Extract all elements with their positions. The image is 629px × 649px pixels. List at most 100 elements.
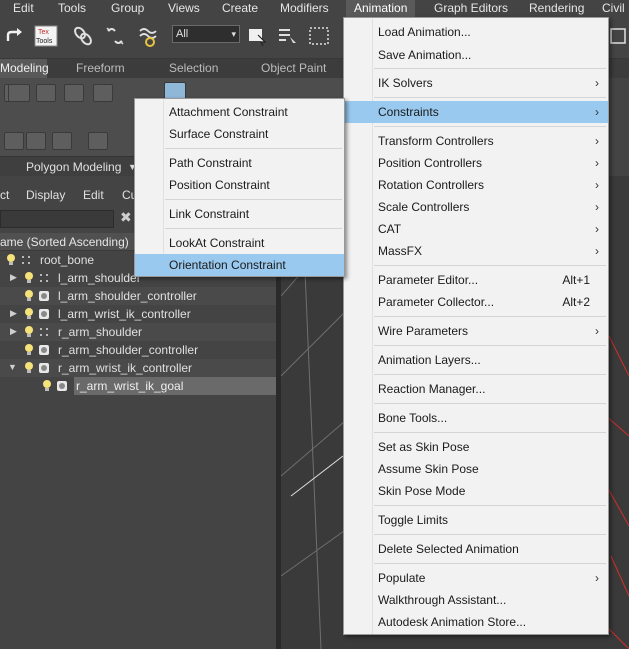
menu-item[interactable]: Toggle Limits [344, 509, 608, 531]
use-stack-button[interactable] [4, 132, 24, 150]
menu-item[interactable]: Constraints › [344, 101, 608, 123]
menu-item[interactable]: Populate › [344, 567, 608, 589]
tree-row[interactable]: r_arm_shoulder_controller [0, 341, 276, 359]
textools-icon[interactable]: Tex Tools [34, 25, 58, 47]
chevron-down-icon[interactable]: ▼ [8, 362, 17, 372]
menu-group[interactable]: Group [111, 0, 144, 17]
menu-tools[interactable]: Tools [58, 0, 86, 17]
menu-item-label: Toggle Limits [378, 513, 449, 527]
menu-civil[interactable]: Civil [602, 0, 625, 17]
menu-item[interactable]: Delete Selected Animation [344, 538, 608, 560]
menu-item[interactable]: Link Constraint [135, 203, 344, 225]
edge-mode-button[interactable] [8, 84, 30, 102]
menu-item[interactable]: Bone Tools... [344, 407, 608, 429]
menu-edit[interactable]: Edit [13, 0, 34, 17]
polygon-modeling-label: Polygon Modeling [26, 160, 122, 174]
lightbulb-icon[interactable] [6, 253, 16, 266]
tab-modeling[interactable]: Modeling [0, 59, 49, 78]
chevron-right-icon: › [595, 178, 599, 192]
constraints-submenu: Attachment Constraint Surface Constraint P… [134, 98, 345, 277]
select-by-name-icon[interactable] [276, 25, 298, 47]
menu-item[interactable]: MassFX › [344, 240, 608, 262]
redo-icon[interactable] [4, 25, 26, 47]
menu-separator [165, 199, 342, 200]
select-object-icon[interactable] [246, 25, 268, 47]
menu-separator [374, 534, 606, 535]
menu-item[interactable]: Skin Pose Mode [344, 480, 608, 502]
bone-icon [40, 328, 48, 336]
chevron-right-icon[interactable]: ▶ [10, 272, 17, 283]
window-crossing-icon[interactable] [608, 25, 629, 47]
tree-row[interactable]: ▼ r_arm_wrist_ik_controller [0, 359, 276, 377]
element-mode-button[interactable] [93, 84, 113, 102]
menu-item[interactable]: Autodesk Animation Store... [344, 611, 608, 633]
tab-selection[interactable]: Selection [163, 59, 224, 78]
menu-item[interactable]: Set as Skin Pose [344, 436, 608, 458]
menu-item[interactable]: IK Solvers › [344, 72, 608, 94]
menu-item[interactable]: Attachment Constraint [135, 101, 344, 123]
menu-item-label: Animation Layers... [378, 353, 481, 367]
menu-item-label: Scale Controllers [378, 200, 470, 214]
lightbulb-icon[interactable] [24, 307, 34, 320]
chevron-right-icon[interactable]: ▶ [10, 326, 17, 337]
menu-animation[interactable]: Animation [346, 0, 416, 17]
menu-item[interactable]: Parameter Collector... Alt+2 [344, 291, 608, 313]
menu-item-label: Load Animation... [378, 25, 471, 39]
lightbulb-icon[interactable] [42, 379, 52, 392]
menu-create[interactable]: Create [222, 0, 258, 17]
menu-item[interactable]: Orientation Constraint [135, 254, 344, 276]
menu-rendering[interactable]: Rendering [529, 0, 584, 17]
search-input[interactable] [0, 210, 114, 228]
menu-item[interactable]: CAT › [344, 218, 608, 240]
border-mode-button[interactable] [36, 84, 56, 102]
menu-item[interactable]: Assume Skin Pose [344, 458, 608, 480]
menu-item[interactable]: Load Animation... [344, 21, 608, 43]
explorer-menu-display[interactable]: Display [26, 188, 65, 202]
menu-item[interactable]: Position Constraint [135, 174, 344, 196]
lightbulb-icon[interactable] [24, 271, 34, 284]
lightbulb-icon[interactable] [24, 325, 34, 338]
menu-item[interactable]: Save Animation... [344, 44, 608, 66]
explorer-menu-edit[interactable]: Edit [83, 188, 104, 202]
close-icon[interactable]: ✖ [120, 209, 132, 226]
selection-filter-dropdown[interactable]: All ▾ [172, 25, 240, 43]
menu-item[interactable]: Reaction Manager... [344, 378, 608, 400]
chevron-down-icon: ▾ [231, 29, 236, 39]
menu-item[interactable]: Walkthrough Assistant... [344, 589, 608, 611]
menu-item[interactable]: Rotation Controllers › [344, 174, 608, 196]
region-select-icon[interactable] [308, 25, 330, 47]
explorer-menu-select[interactable]: ct [0, 188, 9, 202]
unlink-icon[interactable] [104, 25, 126, 47]
menu-item[interactable]: LookAt Constraint [135, 232, 344, 254]
menu-item[interactable]: Parameter Editor... Alt+1 [344, 269, 608, 291]
menu-item[interactable]: Scale Controllers › [344, 196, 608, 218]
repeat-last-button[interactable] [52, 132, 72, 150]
chevron-right-icon: › [595, 200, 599, 214]
tab-object-paint[interactable]: Object Paint [255, 59, 332, 78]
menu-item[interactable]: Transform Controllers › [344, 130, 608, 152]
menu-item[interactable]: Position Controllers › [344, 152, 608, 174]
menu-modifiers[interactable]: Modifiers [280, 0, 329, 17]
menu-item[interactable]: Wire Parameters › [344, 320, 608, 342]
menu-item[interactable]: Surface Constraint [135, 123, 344, 145]
lightbulb-icon[interactable] [24, 343, 34, 356]
menu-graph-editors[interactable]: Graph Editors [434, 0, 508, 17]
menu-item-shortcut: Alt+2 [562, 295, 590, 309]
tree-row[interactable]: ▶ r_arm_shoulder [0, 323, 276, 341]
tree-row[interactable]: r_arm_wrist_ik_goal [0, 377, 276, 395]
tree-row[interactable]: l_arm_shoulder_controller [0, 287, 276, 305]
menu-item[interactable]: Path Constraint [135, 152, 344, 174]
lightbulb-icon[interactable] [24, 289, 34, 302]
quickslice-button[interactable] [88, 132, 108, 150]
preserve-uvs-button[interactable] [26, 132, 46, 150]
lightbulb-icon[interactable] [24, 361, 34, 374]
tree-row[interactable]: ▶ l_arm_wrist_ik_controller [0, 305, 276, 323]
chevron-right-icon[interactable]: ▶ [10, 308, 17, 319]
tree-item-label: r_arm_wrist_ik_controller [58, 361, 193, 375]
menu-views[interactable]: Views [168, 0, 200, 17]
menu-item[interactable]: Animation Layers... [344, 349, 608, 371]
polygon-mode-button[interactable] [64, 84, 84, 102]
tab-freeform[interactable]: Freeform [70, 59, 131, 78]
bind-space-warp-icon[interactable] [137, 25, 159, 47]
link-icon[interactable] [72, 25, 94, 47]
